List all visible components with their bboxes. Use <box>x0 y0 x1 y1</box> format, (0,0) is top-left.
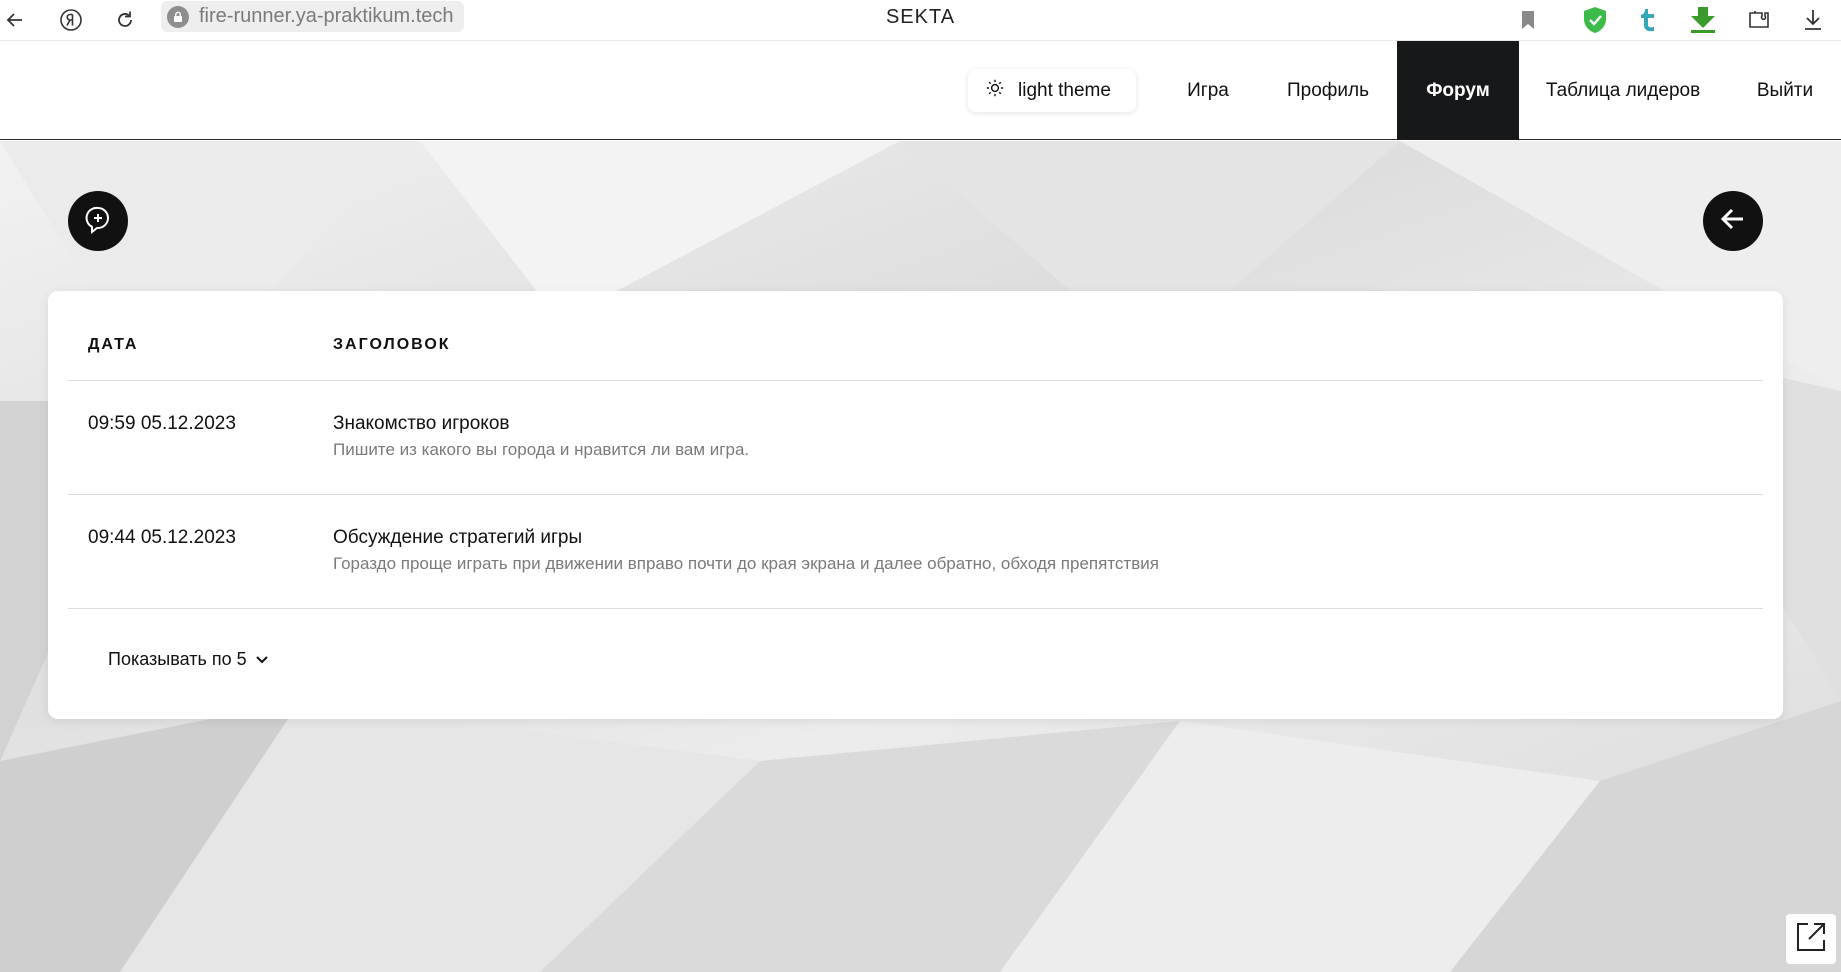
add-comment-icon <box>83 204 113 239</box>
theme-toggle-button[interactable]: light theme <box>968 69 1136 112</box>
table-row[interactable]: 09:44 05.12.2023 Обсуждение стратегий иг… <box>68 495 1763 607</box>
topic-description: Пишите из какого вы города и нравится ли… <box>333 440 750 459</box>
page-name: SEKTA <box>885 6 956 28</box>
popout-button[interactable] <box>1786 914 1836 964</box>
nav-game[interactable]: Игра <box>1162 41 1254 140</box>
topic-description: Гораздо проще играть при движении вправо… <box>333 554 1159 573</box>
external-link-icon <box>1794 920 1828 959</box>
divider <box>68 608 1763 609</box>
table-row[interactable]: 09:59 05.12.2023 Знакомство игроков Пиши… <box>68 381 1763 493</box>
chevron-down-icon <box>255 649 269 670</box>
topic-title[interactable]: Знакомство игроков <box>333 413 509 435</box>
sun-icon <box>986 79 1004 102</box>
download-icon[interactable] <box>1798 5 1828 35</box>
theme-toggle-label: light theme <box>1018 79 1111 101</box>
nav-forum[interactable]: Форум <box>1397 41 1519 140</box>
topic-date: 09:59 05.12.2023 <box>88 413 236 434</box>
tumblr-icon[interactable] <box>1634 5 1664 35</box>
bookmark-icon[interactable] <box>1513 5 1543 35</box>
forum-topics-card: ДАТА ЗАГОЛОВОК 09:59 05.12.2023 Знакомст… <box>48 291 1783 719</box>
nav-profile[interactable]: Профиль <box>1276 41 1380 140</box>
nav-logout[interactable]: Выйти <box>1745 41 1825 140</box>
topic-title[interactable]: Обсуждение стратегий игры <box>333 527 582 549</box>
page-size-select[interactable]: Показывать по 5 <box>108 649 269 670</box>
download-arrow-green-icon[interactable] <box>1688 5 1718 35</box>
app-header: light theme Игра Профиль Форум Таблица л… <box>0 41 1841 140</box>
topic-date: 09:44 05.12.2023 <box>88 527 236 548</box>
extensions-icon[interactable] <box>1744 5 1774 35</box>
shield-check-icon[interactable] <box>1580 5 1610 35</box>
nav-leaderboard[interactable]: Таблица лидеров <box>1537 41 1709 140</box>
column-header-date: ДАТА <box>88 336 139 353</box>
new-topic-button[interactable] <box>68 191 128 251</box>
browser-toolbar: fire-runner.ya-praktikum.tech SEKTA <box>0 0 1841 41</box>
arrow-left-icon <box>1718 204 1748 239</box>
back-button[interactable] <box>1703 191 1763 251</box>
column-header-title: ЗАГОЛОВОК <box>333 336 451 353</box>
page-size-label: Показывать по 5 <box>108 649 247 669</box>
